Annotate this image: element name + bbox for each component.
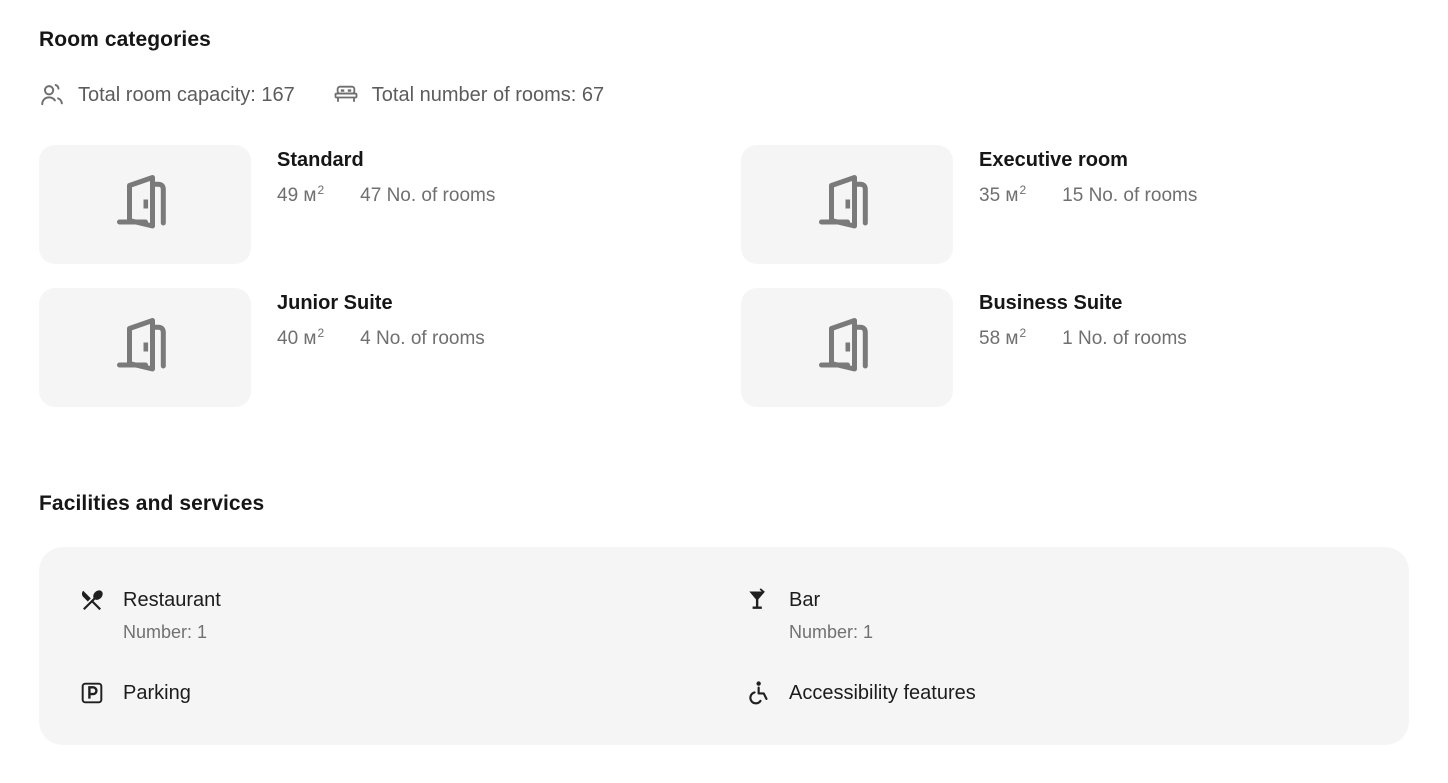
room-name: Junior Suite [277,290,485,316]
room-image-placeholder [39,145,251,264]
room-info: Business Suite 58 м2 1 No. of rooms [979,288,1187,407]
room-image-placeholder [741,288,953,407]
room-info: Standard 49 м2 47 No. of rooms [277,145,495,264]
room-image-placeholder [741,145,953,264]
room-name: Standard [277,147,495,173]
facility-body: Bar Number: 1 [789,587,873,643]
room-image-placeholder [39,288,251,407]
room-count: 15 No. of rooms [1062,184,1197,208]
people-icon [39,82,65,108]
total-room-capacity: Total room capacity: 167 [39,82,295,108]
room-stats: 35 м2 15 No. of rooms [979,184,1197,208]
facilities-section: Facilities and services Restaurant Numbe… [39,491,1409,745]
room-stats: 58 м2 1 No. of rooms [979,327,1187,351]
facility-body: Parking [123,680,191,706]
facility-label: Restaurant [123,587,221,613]
room-stats: 40 м2 4 No. of rooms [277,327,485,351]
door-icon [117,173,173,236]
room-area: 40 м2 [277,327,324,351]
room-card-business-suite: Business Suite 58 м2 1 No. of rooms [741,288,1409,407]
restaurant-icon [79,587,105,613]
room-area: 58 м2 [979,327,1026,351]
room-name: Executive room [979,147,1197,173]
room-card-standard: Standard 49 м2 47 No. of rooms [39,145,741,264]
parking-icon [79,680,105,706]
room-count: 1 No. of rooms [1062,327,1187,351]
accessibility-icon [745,680,771,706]
facility-item-parking: Parking [79,680,745,706]
total-number-of-rooms-label: Total number of rooms: 67 [372,82,604,108]
room-area: 35 м2 [979,184,1026,208]
bar-icon [745,587,771,613]
room-cards-grid: Standard 49 м2 47 No. of rooms [39,145,1409,407]
total-number-of-rooms: Total number of rooms: 67 [333,82,604,108]
facility-item-accessibility: Accessibility features [745,680,1369,706]
hotel-details-page: Room categories Total room capacity: 167 [0,0,1448,745]
room-info: Executive room 35 м2 15 No. of rooms [979,145,1197,264]
facilities-title: Facilities and services [39,491,1409,517]
facility-body: Accessibility features [789,680,976,706]
facility-label: Parking [123,680,191,706]
room-card-junior-suite: Junior Suite 40 м2 4 No. of rooms [39,288,741,407]
facility-label: Accessibility features [789,680,976,706]
facility-label: Bar [789,587,873,613]
total-room-capacity-label: Total room capacity: 167 [78,82,295,108]
bed-icon [333,82,359,108]
room-card-executive-room: Executive room 35 м2 15 No. of rooms [741,145,1409,264]
facility-item-bar: Bar Number: 1 [745,587,1369,643]
room-stats: 49 м2 47 No. of rooms [277,184,495,208]
door-icon [819,173,875,236]
door-icon [117,316,173,379]
room-count: 4 No. of rooms [360,327,485,351]
door-icon [819,316,875,379]
facility-detail: Number: 1 [123,621,221,643]
facilities-panel: Restaurant Number: 1 Bar Number: 1 [39,547,1409,745]
room-info: Junior Suite 40 м2 4 No. of rooms [277,288,485,407]
facility-body: Restaurant Number: 1 [123,587,221,643]
room-area: 49 м2 [277,184,324,208]
room-name: Business Suite [979,290,1187,316]
facility-item-restaurant: Restaurant Number: 1 [79,587,745,643]
room-categories-section: Room categories Total room capacity: 167 [39,27,1409,407]
facility-detail: Number: 1 [789,621,873,643]
room-count: 47 No. of rooms [360,184,495,208]
facilities-grid: Restaurant Number: 1 Bar Number: 1 [79,587,1369,706]
room-categories-title: Room categories [39,27,1409,53]
room-summary-row: Total room capacity: 167 Total number of… [39,82,1409,108]
